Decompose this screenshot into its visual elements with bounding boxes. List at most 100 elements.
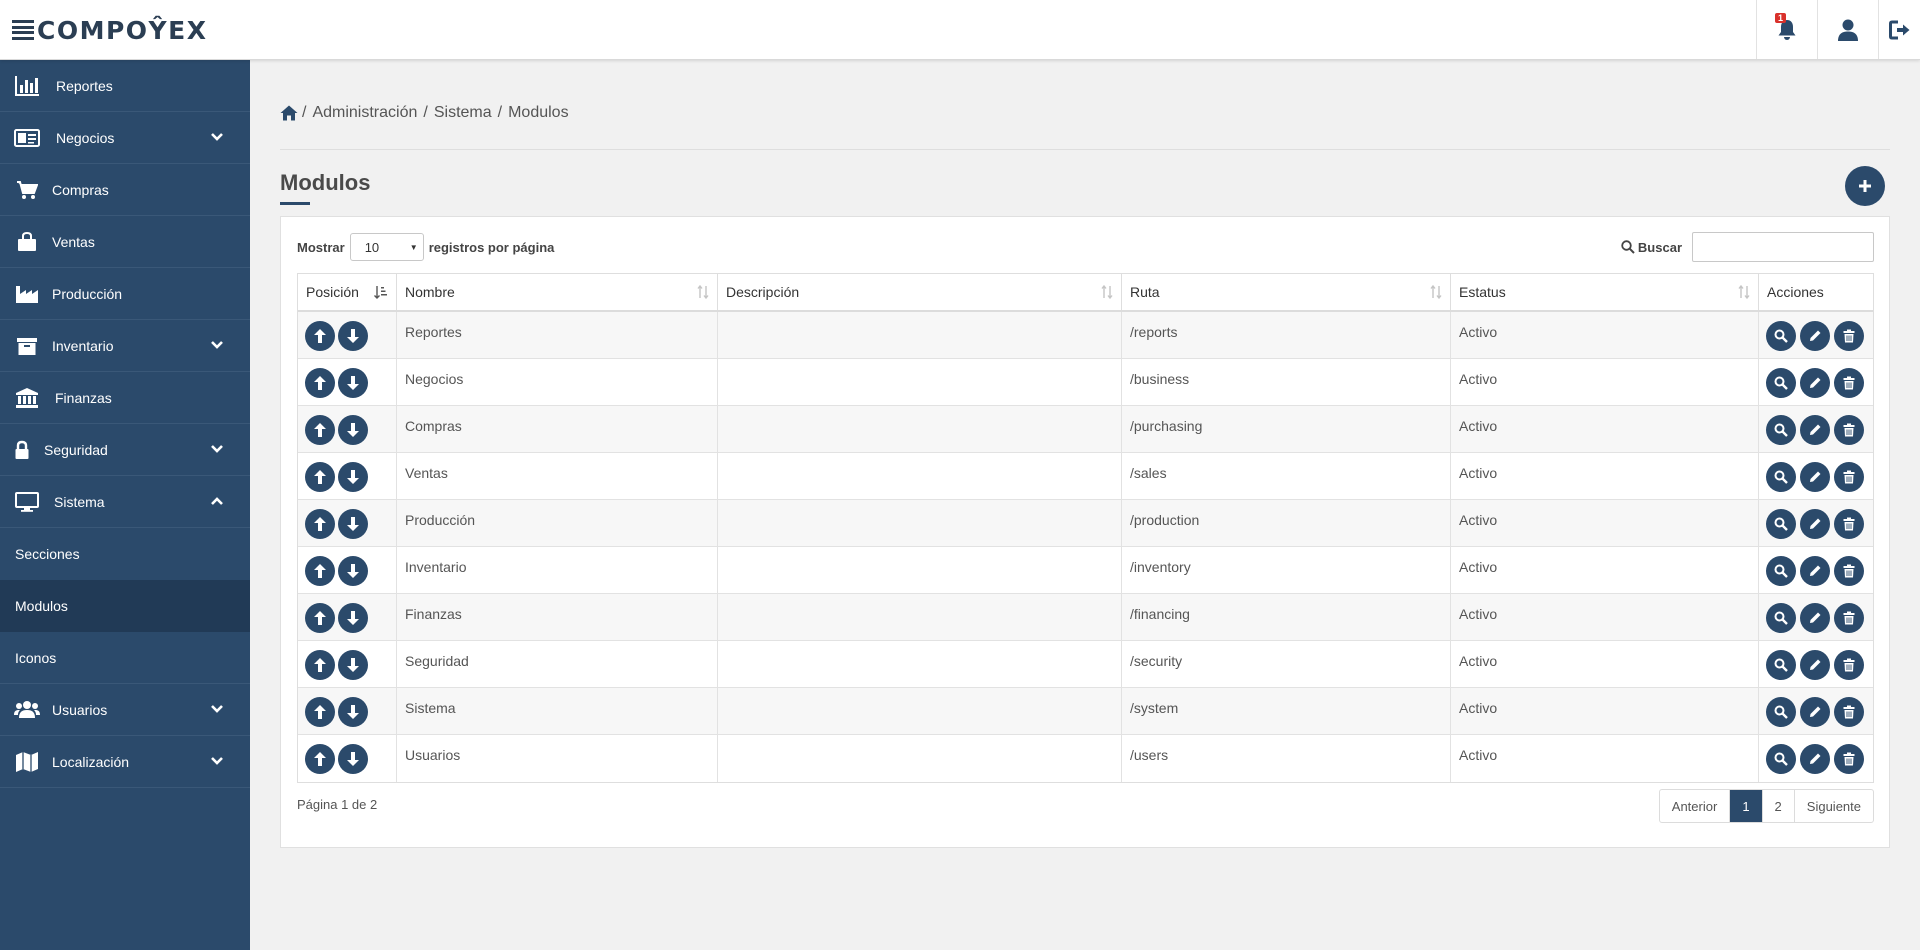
move-down-button[interactable] (338, 321, 368, 351)
sidebar-item-label: Ventas (52, 233, 95, 250)
move-down-button[interactable] (338, 556, 368, 586)
sidebar-item-compras[interactable]: Compras (0, 164, 250, 216)
edit-button[interactable] (1800, 321, 1830, 351)
move-up-button[interactable] (305, 509, 335, 539)
pagination-prev[interactable]: Anterior (1660, 790, 1731, 822)
trash-icon (1843, 470, 1855, 484)
edit-button[interactable] (1800, 415, 1830, 445)
view-button[interactable] (1766, 509, 1796, 539)
sidebar-subitem-secciones[interactable]: Secciones (0, 528, 250, 580)
sidebar-subitem-modulos[interactable]: Modulos (0, 580, 250, 632)
descripcion-cell (718, 312, 1122, 359)
sidebar-item-inventario[interactable]: Inventario (0, 320, 250, 372)
move-up-button[interactable] (305, 697, 335, 727)
logout-button[interactable] (1878, 0, 1920, 59)
move-up-button[interactable] (305, 321, 335, 351)
edit-button[interactable] (1800, 368, 1830, 398)
move-down-button[interactable] (338, 697, 368, 727)
move-up-button[interactable] (305, 462, 335, 492)
trash-icon (1843, 517, 1855, 531)
view-button[interactable] (1766, 368, 1796, 398)
view-button[interactable] (1766, 603, 1796, 633)
edit-button[interactable] (1800, 462, 1830, 492)
move-down-button[interactable] (338, 650, 368, 680)
delete-button[interactable] (1834, 650, 1864, 680)
move-up-button[interactable] (305, 556, 335, 586)
column-header-descripcion[interactable]: Descripción (718, 274, 1122, 310)
pagination-next[interactable]: Siguiente (1795, 790, 1873, 822)
descripcion-cell (718, 500, 1122, 547)
delete-button[interactable] (1834, 697, 1864, 727)
move-up-button[interactable] (305, 744, 335, 774)
move-up-button[interactable] (305, 650, 335, 680)
edit-button[interactable] (1800, 697, 1830, 727)
edit-button[interactable] (1800, 603, 1830, 633)
sidebar-subitem-iconos[interactable]: Iconos (0, 632, 250, 684)
delete-button[interactable] (1834, 368, 1864, 398)
sidebar-item-negocios[interactable]: Negocios (0, 112, 250, 164)
sidebar-item-reportes[interactable]: Reportes (0, 60, 250, 112)
move-up-button[interactable] (305, 603, 335, 633)
view-button[interactable] (1766, 650, 1796, 680)
move-up-button[interactable] (305, 368, 335, 398)
view-button[interactable] (1766, 744, 1796, 774)
move-up-button[interactable] (305, 415, 335, 445)
pagination-page-1[interactable]: 1 (1730, 790, 1763, 822)
sidebar-item-sistema[interactable]: Sistema (0, 476, 250, 528)
chevron-up-icon (211, 497, 223, 505)
sidebar-item-finanzas[interactable]: Finanzas (0, 372, 250, 424)
pagination-page-2[interactable]: 2 (1763, 790, 1795, 822)
sidebar-item-ventas[interactable]: Ventas (0, 216, 250, 268)
edit-button[interactable] (1800, 509, 1830, 539)
move-down-button[interactable] (338, 415, 368, 445)
divider (280, 149, 1890, 150)
edit-button[interactable] (1800, 556, 1830, 586)
view-button[interactable] (1766, 321, 1796, 351)
page-title: Modulos (280, 170, 371, 195)
user-profile-button[interactable] (1817, 0, 1878, 59)
table-row: Finanzas /financing Activo (298, 594, 1873, 641)
sidebar-item-produccion[interactable]: Producción (0, 268, 250, 320)
breadcrumb-item-sistema[interactable]: Sistema (434, 104, 492, 122)
delete-button[interactable] (1834, 603, 1864, 633)
table-row: Reportes /reports Activo (298, 312, 1873, 359)
move-down-button[interactable] (338, 462, 368, 492)
delete-button[interactable] (1834, 744, 1864, 774)
page-size-select[interactable]: 10 ▼ (349, 233, 424, 261)
move-down-button[interactable] (338, 744, 368, 774)
sidebar: Reportes Negocios Compras Ventas Producc… (0, 60, 250, 950)
column-header-estatus[interactable]: Estatus (1451, 274, 1759, 310)
sidebar-item-seguridad[interactable]: Seguridad (0, 424, 250, 476)
notifications-button[interactable]: 1 (1756, 0, 1817, 59)
add-module-button[interactable] (1845, 166, 1885, 206)
move-down-button[interactable] (338, 368, 368, 398)
view-button[interactable] (1766, 697, 1796, 727)
home-icon[interactable] (280, 105, 298, 121)
edit-button[interactable] (1800, 650, 1830, 680)
search-input[interactable] (1692, 232, 1874, 262)
column-header-nombre[interactable]: Nombre (397, 274, 718, 310)
sidebar-item-usuarios[interactable]: Usuarios (0, 684, 250, 736)
delete-button[interactable] (1834, 462, 1864, 492)
trash-icon (1843, 423, 1855, 437)
view-button[interactable] (1766, 415, 1796, 445)
column-header-ruta[interactable]: Ruta (1122, 274, 1451, 310)
edit-button[interactable] (1800, 744, 1830, 774)
breadcrumb-item-administracion[interactable]: Administración (312, 104, 417, 122)
archive-icon (14, 336, 40, 356)
move-down-button[interactable] (338, 509, 368, 539)
view-button[interactable] (1766, 462, 1796, 492)
trash-icon (1843, 329, 1855, 343)
page-size-value: 10 (364, 239, 380, 255)
delete-button[interactable] (1834, 509, 1864, 539)
move-down-button[interactable] (338, 603, 368, 633)
column-header-posicion[interactable]: Posición (298, 274, 397, 310)
delete-button[interactable] (1834, 556, 1864, 586)
delete-button[interactable] (1834, 321, 1864, 351)
app-logo[interactable]: COMPOŶEX (12, 16, 208, 45)
view-button[interactable] (1766, 556, 1796, 586)
breadcrumb-separator: / (497, 104, 503, 121)
delete-button[interactable] (1834, 415, 1864, 445)
sidebar-item-localizacion[interactable]: Localización (0, 736, 250, 788)
sidebar-item-label: Usuarios (52, 701, 108, 718)
